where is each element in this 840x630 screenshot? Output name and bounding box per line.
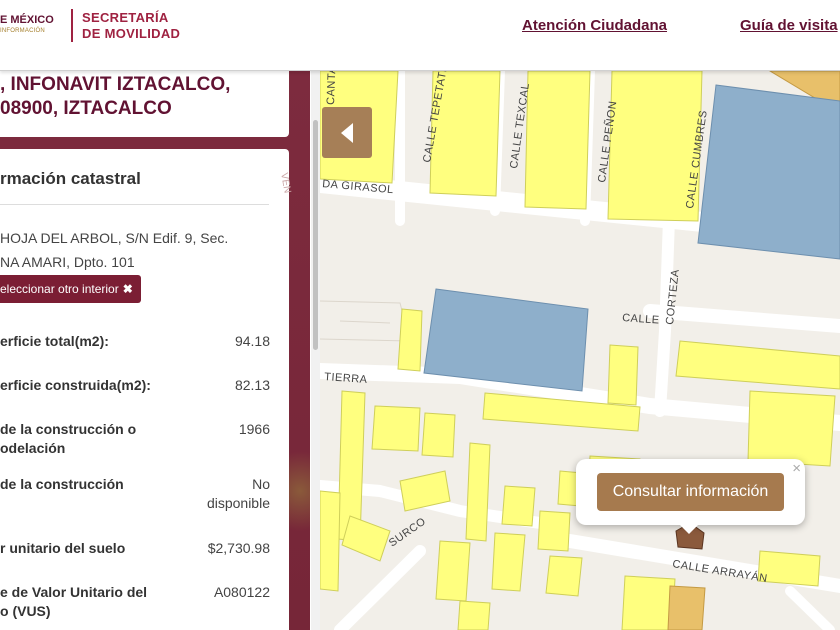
cadastral-info-card[interactable]: rmación catastral HOJA DEL ARBOL, S/N Ed… — [0, 149, 289, 630]
close-icon: ✖ — [122, 282, 133, 296]
divider — [0, 204, 269, 205]
info-label: r unitario del suelo — [0, 540, 126, 556]
property-sidebar: , INFONAVIT IZTACALCO, 08900, IZTACALCO … — [0, 71, 310, 630]
map-canvas[interactable]: CANTA CALLE TEPETATE CALLE TEXCAL CALLE … — [320, 71, 840, 630]
gov-logo-line1: E MÉXICO — [0, 14, 54, 26]
secretaria-line2: DE MOVILIDAD — [82, 26, 181, 41]
secretaria-logo[interactable]: SECRETARÍA DE MOVILIDAD — [82, 10, 180, 42]
info-label: e de Valor Unitario del o (VUS) — [0, 584, 148, 619]
gov-logo[interactable]: E MÉXICO INFORMACIÓN — [0, 13, 54, 35]
map-view[interactable]: CANTA CALLE TEPETATE CALLE TEXCAL CALLE … — [320, 71, 840, 630]
info-value: 94.18 — [234, 333, 270, 349]
sidebar-scrollbar-thumb[interactable] — [313, 120, 318, 350]
info-value: $2,730.98 — [207, 540, 270, 556]
info-heading: rmación catastral — [0, 169, 141, 188]
address-title: , INFONAVIT IZTACALCO, 08900, IZTACALCO — [0, 74, 231, 119]
logo-divider — [71, 9, 73, 42]
popup-tip — [680, 525, 698, 534]
info-label: de la construcción o odelación — [0, 421, 137, 456]
close-icon[interactable]: × — [792, 460, 801, 477]
address-detail: HOJA DEL ARBOL, S/N Edif. 9, Sec. NA AMA… — [0, 230, 229, 270]
site-header: E MÉXICO INFORMACIÓN SECRETARÍA DE MOVIL… — [0, 0, 840, 71]
map-popup: × Consultar información — [576, 459, 805, 534]
collapse-panel-button[interactable] — [322, 107, 372, 158]
info-label: erficie construida(m2): — [0, 377, 151, 393]
info-label: de la construcción — [0, 476, 124, 492]
chevron-left-icon — [341, 122, 353, 143]
address-card: , INFONAVIT IZTACALCO, 08900, IZTACALCO — [0, 71, 289, 137]
info-value: No disponible — [206, 476, 270, 511]
change-interior-button[interactable]: eleccionar otro interior ✖ — [0, 275, 141, 303]
info-value: 82.13 — [234, 377, 270, 393]
consult-info-button[interactable]: Consultar información — [597, 473, 784, 511]
nav-guia-de-visita[interactable]: Guía de visita — [740, 17, 838, 34]
gov-logo-line2: INFORMACIÓN — [0, 28, 45, 34]
secretaria-line1: SECRETARÍA — [82, 10, 169, 25]
nav-atencion-ciudadana[interactable]: Atención Ciudadana — [522, 17, 667, 34]
street-label-canta: CANTA — [325, 71, 338, 105]
info-value: A080122 — [213, 584, 270, 600]
info-label: erficie total(m2): — [0, 333, 109, 349]
change-interior-label: eleccionar otro interior — [0, 282, 119, 296]
info-value: 1966 — [238, 421, 270, 437]
